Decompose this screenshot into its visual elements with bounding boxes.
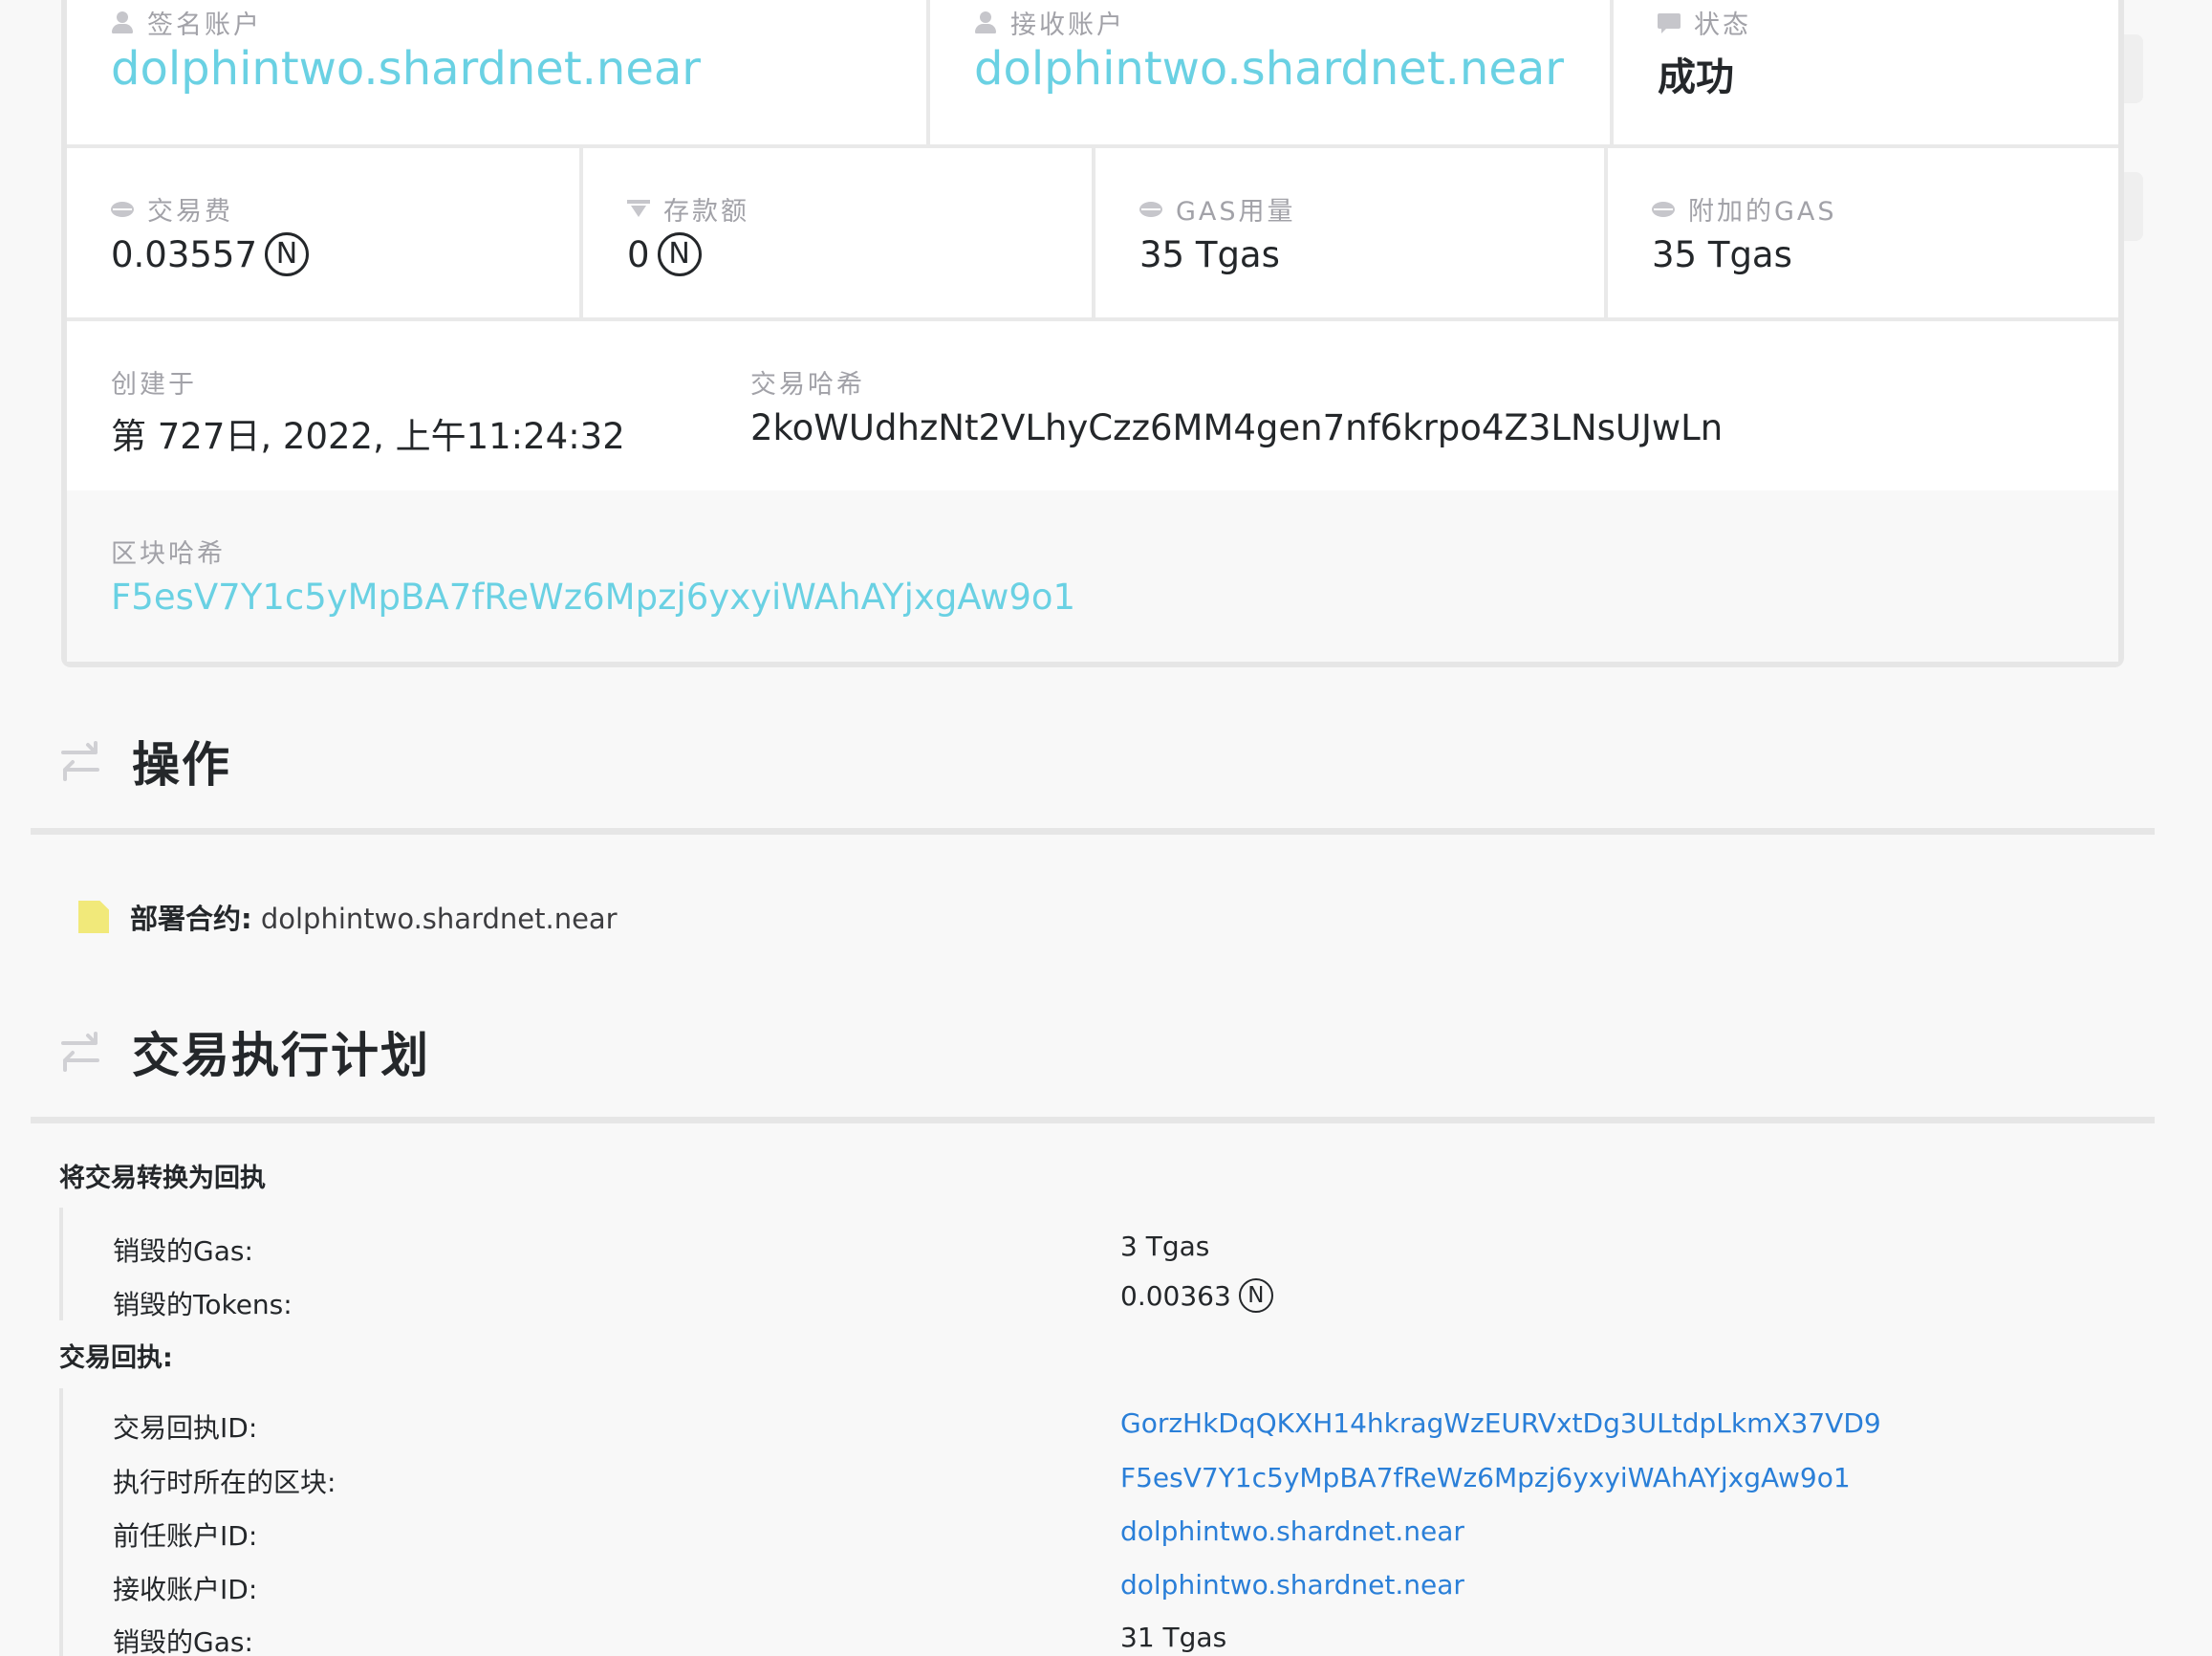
receipt-title: 交易回执: [59, 1343, 173, 1373]
receipt-id-link[interactable]: GorzHkDqQKXH14hkragWzEURVxtDg3ULtdpLkmX3… [1120, 1407, 1881, 1439]
side-tab [2124, 34, 2143, 103]
side-tab [2124, 172, 2143, 241]
status-value: 成功 [1658, 55, 1734, 99]
conversion-title: 将交易转换为回执 [59, 1164, 266, 1193]
attached-gas-label-text: 附加的GAS [1688, 197, 1837, 227]
attached-gas-label: 附加的GAS [1652, 190, 1837, 228]
block-hash-cell: 区块哈希 F5esV7Y1c5yMpBA7fReWz6Mpzj6yxyiWAhA… [67, 490, 2118, 662]
burnt-gas-key: 销毁的Gas: [113, 1235, 253, 1267]
burnt-gas-value: 3 Tgas [1120, 1231, 1210, 1262]
user-icon [111, 11, 134, 34]
gas-used-label-text: GAS用量 [1176, 197, 1296, 227]
fee-cell: 交易费 0.03557 N [67, 148, 579, 317]
fee-value: 0.03557 N [111, 231, 310, 279]
attached-gas-cell: 附加的GAS 35 Tgas [1604, 148, 2118, 317]
transaction-page: 签名账户 dolphintwo.shardnet.near 接收账户 dolph… [0, 0, 2212, 1656]
deploy-contract-action: 部署合约: dolphintwo.shardnet.near [78, 897, 618, 937]
signer-label: 签名账户 [111, 4, 262, 41]
receipt-burnt-gas-value: 31 Tgas [1120, 1622, 1227, 1653]
receiver-cell: 接收账户 dolphintwo.shardnet.near [926, 0, 1610, 144]
signer-label-text: 签名账户 [147, 11, 262, 40]
attached-gas-value: 35 Tgas [1652, 234, 1792, 275]
tx-hash-value: 2koWUdhzNt2VLhyCzz6MM4gen7nf6krpo4Z3LNsU… [750, 407, 1724, 448]
comment-icon [1658, 11, 1681, 34]
fee-label-text: 交易费 [147, 197, 233, 227]
fee-amount: 0.03557 [111, 234, 258, 275]
deposit-label-text: 存款额 [663, 197, 749, 227]
block-hash-label: 区块哈希 [111, 539, 226, 569]
transfer-arrows-icon [57, 737, 103, 785]
near-token-icon: N [657, 231, 702, 276]
coins-icon [1652, 198, 1675, 221]
plan-heading: 交易执行计划 [57, 1017, 430, 1086]
signer-cell: 签名账户 dolphintwo.shardnet.near [67, 0, 926, 144]
section-divider [31, 828, 2155, 835]
near-token-icon: N [265, 231, 310, 276]
executed-block-key: 执行时所在的区块: [113, 1467, 336, 1498]
gas-used-value: 35 Tgas [1139, 234, 1280, 275]
near-token-icon: N [1238, 1278, 1273, 1313]
receiver-id-key: 接收账户ID: [113, 1574, 258, 1605]
deposit-amount: 0 [627, 234, 650, 275]
created-label: 创建于 [111, 370, 197, 400]
conversion-block: 销毁的Gas: 3 Tgas 销毁的Tokens: 0.00363 N [59, 1208, 2067, 1320]
status-cell: 状态 成功 [1610, 0, 2118, 144]
actions-heading: 操作 [57, 727, 231, 795]
user-icon [974, 11, 997, 34]
tx-hash-label: 交易哈希 [750, 370, 865, 400]
deposit-label: 存款额 [627, 190, 749, 228]
signer-link[interactable]: dolphintwo.shardnet.near [111, 42, 701, 96]
receipt-burnt-gas-key: 销毁的Gas: [113, 1626, 253, 1656]
receiver-id-link[interactable]: dolphintwo.shardnet.near [1120, 1569, 1464, 1601]
created-value: 第 727日, 2022, 上午11:24:32 [111, 416, 625, 457]
actions-title: 操作 [132, 737, 231, 793]
deposit-cell: 存款额 0N [579, 148, 1092, 317]
summary-row-accounts: 签名账户 dolphintwo.shardnet.near 接收账户 dolph… [67, 0, 2118, 148]
receipt-block: 交易回执ID: GorzHkDqQKXH14hkragWzEURVxtDg3UL… [59, 1388, 2067, 1656]
gas-used-label: GAS用量 [1139, 190, 1296, 228]
burnt-tokens-value: 0.00363 N [1120, 1278, 1273, 1315]
plan-title: 交易执行计划 [132, 1028, 430, 1083]
receiver-label: 接收账户 [974, 4, 1125, 41]
gas-used-cell: GAS用量 35 Tgas [1092, 148, 1604, 317]
receipt-id-key: 交易回执ID: [113, 1412, 258, 1444]
burnt-tokens-key: 销毁的Tokens: [113, 1289, 293, 1320]
status-label: 状态 [1658, 4, 1751, 41]
receiver-link[interactable]: dolphintwo.shardnet.near [974, 42, 1564, 96]
section-divider [31, 1117, 2155, 1123]
executed-block-link[interactable]: F5esV7Y1c5yMpBA7fReWz6Mpzj6yxyiWAhAYjxgA… [1120, 1462, 1851, 1493]
filter-icon [627, 198, 650, 221]
receiver-label-text: 接收账户 [1010, 11, 1125, 40]
fee-label: 交易费 [111, 190, 233, 228]
summary-row-amounts: 交易费 0.03557 N 存款额 0N GAS用量 35 Tgas 附加的GA… [67, 148, 2118, 321]
summary-row-block: 区块哈希 F5esV7Y1c5yMpBA7fReWz6Mpzj6yxyiWAhA… [67, 490, 2118, 662]
created-cell: 创建于 第 727日, 2022, 上午11:24:32 [67, 321, 750, 490]
coins-icon [111, 198, 134, 221]
block-hash-link[interactable]: F5esV7Y1c5yMpBA7fReWz6Mpzj6yxyiWAhAYjxgA… [111, 577, 1075, 618]
predecessor-key: 前任账户ID: [113, 1520, 258, 1552]
action-key: 部署合约: [130, 903, 252, 935]
transaction-summary-card: 签名账户 dolphintwo.shardnet.near 接收账户 dolph… [61, 0, 2124, 667]
burnt-tokens-amount: 0.00363 [1120, 1280, 1231, 1312]
document-icon [78, 901, 109, 933]
deposit-value: 0N [627, 231, 702, 279]
coins-icon [1139, 198, 1162, 221]
tx-hash-cell: 交易哈希 2koWUdhzNt2VLhyCzz6MM4gen7nf6krpo4Z… [750, 321, 2118, 490]
status-label-text: 状态 [1694, 11, 1751, 40]
action-value: dolphintwo.shardnet.near [260, 903, 618, 935]
summary-row-time-hash: 创建于 第 727日, 2022, 上午11:24:32 交易哈希 2koWUd… [67, 321, 2118, 490]
predecessor-link[interactable]: dolphintwo.shardnet.near [1120, 1515, 1464, 1547]
transfer-arrows-icon [57, 1028, 103, 1076]
